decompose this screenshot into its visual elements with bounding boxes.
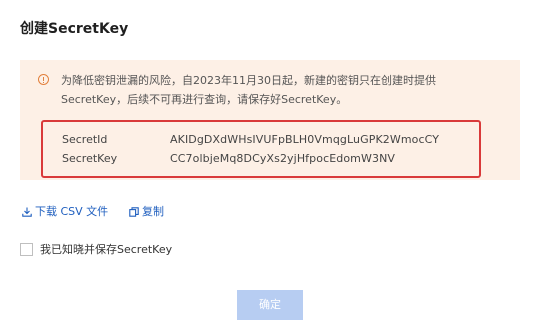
warning-circle-icon [38,74,49,85]
confirm-button[interactable]: 确定 [237,290,303,320]
acknowledge-label[interactable]: 我已知晓并保存SecretKey [40,242,172,258]
secret-key-row: SecretKey CC7olbjeMq8DCyXs2yjHfpocEdomW3… [43,150,479,168]
copy-icon [129,207,139,217]
secret-id-row: SecretId AKIDgDXdWHsIVUFpBLH0VmqgLuGPK2W… [43,131,479,149]
secret-id-label: SecretId [62,133,108,146]
secret-key-label: SecretKey [62,152,118,165]
warning-notice: 为降低密钥泄漏的风险，自2023年11月30日起，新建的密钥只在创建时提供Sec… [20,60,520,180]
copy-label: 复制 [142,205,164,218]
credentials-box: SecretId AKIDgDXdWHsIVUFpBLH0VmqgLuGPK2W… [41,120,481,178]
download-icon [22,207,32,217]
secret-key-value[interactable]: CC7olbjeMq8DCyXs2yjHfpocEdomW3NV [170,150,395,168]
dialog-title: 创建SecretKey [20,21,129,37]
download-csv-label: 下载 CSV 文件 [35,205,109,218]
secret-id-value[interactable]: AKIDgDXdWHsIVUFpBLH0VmqgLuGPK2WmocCY [170,131,439,149]
create-secretkey-dialog: 创建SecretKey 为降低密钥泄漏的风险，自2023年11月30日起，新建的… [0,0,537,336]
warning-notice-text: 为降低密钥泄漏的风险，自2023年11月30日起，新建的密钥只在创建时提供Sec… [61,74,436,106]
acknowledge-checkbox[interactable] [20,243,33,256]
